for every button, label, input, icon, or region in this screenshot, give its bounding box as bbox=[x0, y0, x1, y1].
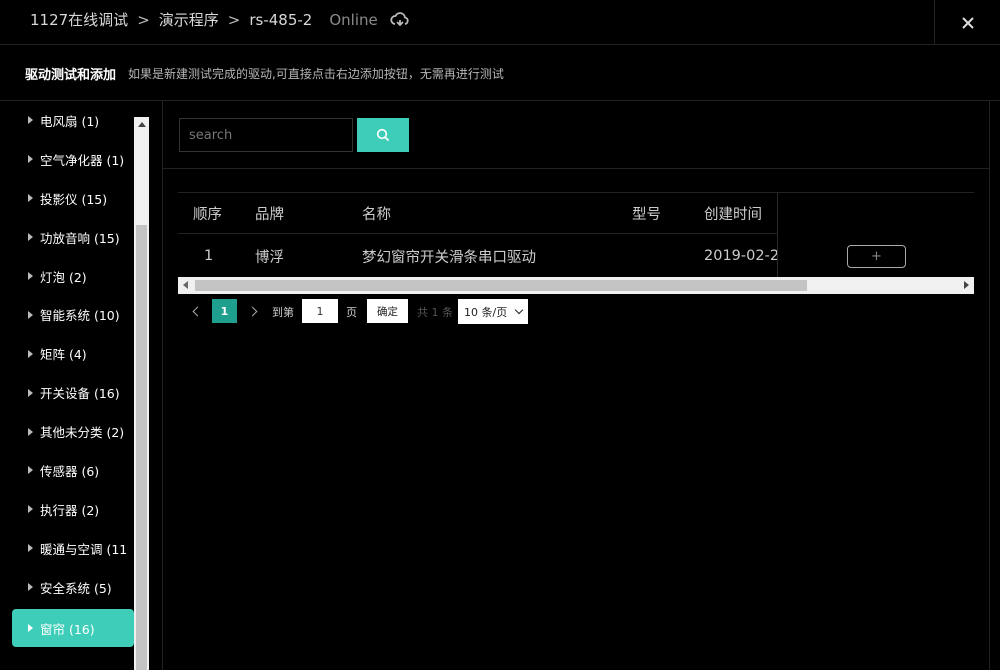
caret-right-icon bbox=[28, 388, 33, 397]
info-bar: 驱动测试和添加 如果是新建测试完成的驱动,可直接点击右边添加按钮，无需再进行测试 bbox=[0, 46, 1000, 101]
caret-right-icon bbox=[28, 349, 33, 358]
category-item[interactable]: 其他未分类 (2) bbox=[12, 412, 134, 451]
search-input[interactable] bbox=[179, 118, 353, 152]
category-label: 投影仪 (15) bbox=[40, 191, 108, 207]
category-label: 安全系统 (5) bbox=[40, 580, 112, 596]
caret-right-icon bbox=[28, 310, 33, 319]
total-count: 共 1 条 bbox=[417, 306, 453, 319]
caret-right-icon bbox=[28, 624, 33, 633]
page-label: 页 bbox=[346, 306, 357, 319]
prev-page-icon[interactable] bbox=[190, 305, 202, 317]
category-item[interactable]: 智能系统 (10) bbox=[12, 295, 134, 334]
category-item[interactable]: 灯泡 (2) bbox=[12, 257, 134, 296]
breadcrumb-item-program[interactable]: 演示程序 bbox=[159, 9, 219, 30]
breadcrumb: 1127在线调试 > 演示程序 > rs-485-2 Online bbox=[30, 9, 410, 30]
column-header-index: 顺序 bbox=[193, 206, 222, 223]
category-label: 空气净化器 (1) bbox=[40, 152, 125, 168]
cloud-sync-icon bbox=[390, 11, 409, 26]
section-description: 如果是新建测试完成的驱动,可直接点击右边添加按钮，无需再进行测试 bbox=[128, 66, 504, 81]
caret-right-icon bbox=[28, 194, 33, 203]
category-label: 功放音响 (15) bbox=[40, 230, 120, 246]
category-item[interactable]: 暖通与空调 (11 bbox=[12, 529, 134, 568]
scroll-left-arrow-icon[interactable] bbox=[183, 281, 188, 289]
search-button[interactable] bbox=[357, 118, 409, 152]
scroll-up-arrow-icon[interactable] bbox=[134, 117, 149, 132]
category-item[interactable]: 矩阵 (4) bbox=[12, 334, 134, 373]
category-label: 开关设备 (16) bbox=[40, 386, 120, 402]
column-header-brand: 品牌 bbox=[255, 206, 284, 223]
category-label: 智能系统 (10) bbox=[40, 308, 120, 324]
pagination: 1 到第 页 确定 共 1 条 10 条/页 bbox=[178, 299, 778, 324]
caret-right-icon bbox=[28, 427, 33, 436]
cell-created: 2019-02-2 bbox=[704, 248, 780, 264]
caret-right-icon bbox=[28, 116, 33, 125]
table-horizontal-scrollbar[interactable] bbox=[178, 277, 974, 294]
category-item[interactable]: 空气净化器 (1) bbox=[12, 140, 134, 179]
search-bar bbox=[163, 101, 990, 169]
main-panel: 顺序 品牌 名称 型号 创建时间 1 博浮 梦幻窗帘开关滑条串口驱动 2019-… bbox=[163, 101, 1000, 670]
category-list: 电风扇 (1) 空气净化器 (1) 投影仪 (15) 功放音响 (15) 灯泡 … bbox=[12, 101, 134, 648]
column-header-created: 创建时间 bbox=[704, 206, 762, 223]
category-label: 灯泡 (2) bbox=[40, 269, 87, 285]
category-sidebar: 电风扇 (1) 空气净化器 (1) 投影仪 (15) 功放音响 (15) 灯泡 … bbox=[0, 101, 163, 670]
right-border bbox=[989, 101, 1000, 670]
breadcrumb-separator: > bbox=[227, 10, 241, 29]
category-item[interactable]: 电风扇 (1) bbox=[12, 101, 134, 140]
category-label: 执行器 (2) bbox=[40, 502, 100, 518]
category-label: 矩阵 (4) bbox=[40, 347, 87, 363]
category-label: 传感器 (6) bbox=[40, 463, 100, 479]
caret-right-icon bbox=[28, 544, 33, 553]
current-page-button[interactable]: 1 bbox=[212, 299, 237, 323]
category-label: 暖通与空调 (11 bbox=[40, 541, 128, 557]
caret-right-icon bbox=[28, 155, 33, 164]
confirm-button[interactable]: 确定 bbox=[367, 299, 408, 323]
driver-table: 顺序 品牌 名称 型号 创建时间 1 博浮 梦幻窗帘开关滑条串口驱动 2019-… bbox=[178, 192, 974, 294]
header-bar: 1127在线调试 > 演示程序 > rs-485-2 Online bbox=[0, 0, 1000, 45]
close-button[interactable] bbox=[934, 0, 1000, 45]
cell-index: 1 bbox=[204, 248, 214, 264]
caret-right-icon bbox=[28, 505, 33, 514]
page-size-select[interactable]: 10 条/页 bbox=[458, 299, 528, 324]
scroll-right-arrow-icon[interactable] bbox=[964, 281, 969, 289]
column-header-model: 型号 bbox=[632, 206, 661, 223]
caret-right-icon bbox=[28, 272, 33, 280]
scrollbar-thumb[interactable] bbox=[195, 280, 807, 291]
page-size-value: 10 条/页 bbox=[464, 305, 508, 319]
scrollbar-thumb[interactable] bbox=[136, 225, 147, 670]
action-column: + bbox=[778, 193, 974, 277]
sidebar-scrollbar[interactable] bbox=[134, 117, 149, 670]
goto-page-input[interactable] bbox=[302, 299, 338, 323]
status-text: Online bbox=[329, 10, 378, 29]
next-page-icon[interactable] bbox=[248, 305, 260, 317]
section-title: 驱动测试和添加 bbox=[25, 67, 117, 83]
column-header-name: 名称 bbox=[362, 206, 391, 223]
caret-right-icon bbox=[28, 233, 33, 242]
category-item[interactable]: 执行器 (2) bbox=[12, 490, 134, 529]
plus-icon: + bbox=[871, 249, 882, 264]
category-item[interactable]: 传感器 (6) bbox=[12, 451, 134, 490]
close-icon bbox=[961, 16, 974, 29]
caret-right-icon bbox=[28, 583, 33, 592]
add-driver-button[interactable]: + bbox=[847, 245, 906, 268]
category-label: 其他未分类 (2) bbox=[40, 425, 125, 441]
chevron-down-icon bbox=[514, 305, 524, 315]
breadcrumb-item-project[interactable]: 1127在线调试 bbox=[30, 9, 128, 30]
category-item[interactable]: 功放音响 (15) bbox=[12, 218, 134, 257]
category-item[interactable]: 开关设备 (16) bbox=[12, 373, 134, 412]
category-label: 窗帘 (16) bbox=[40, 621, 95, 637]
category-label: 电风扇 (1) bbox=[40, 113, 100, 129]
cell-brand: 博浮 bbox=[255, 249, 284, 266]
breadcrumb-item-device: rs-485-2 bbox=[249, 10, 313, 29]
cell-name: 梦幻窗帘开关滑条串口驱动 bbox=[362, 249, 536, 266]
search-icon bbox=[376, 128, 390, 142]
breadcrumb-separator: > bbox=[137, 10, 150, 29]
category-item[interactable]: 安全系统 (5) bbox=[12, 568, 134, 607]
caret-right-icon bbox=[28, 466, 33, 475]
category-item-active[interactable]: 窗帘 (16) bbox=[12, 608, 134, 648]
goto-label: 到第 bbox=[272, 306, 294, 319]
category-item[interactable]: 投影仪 (15) bbox=[12, 179, 134, 218]
